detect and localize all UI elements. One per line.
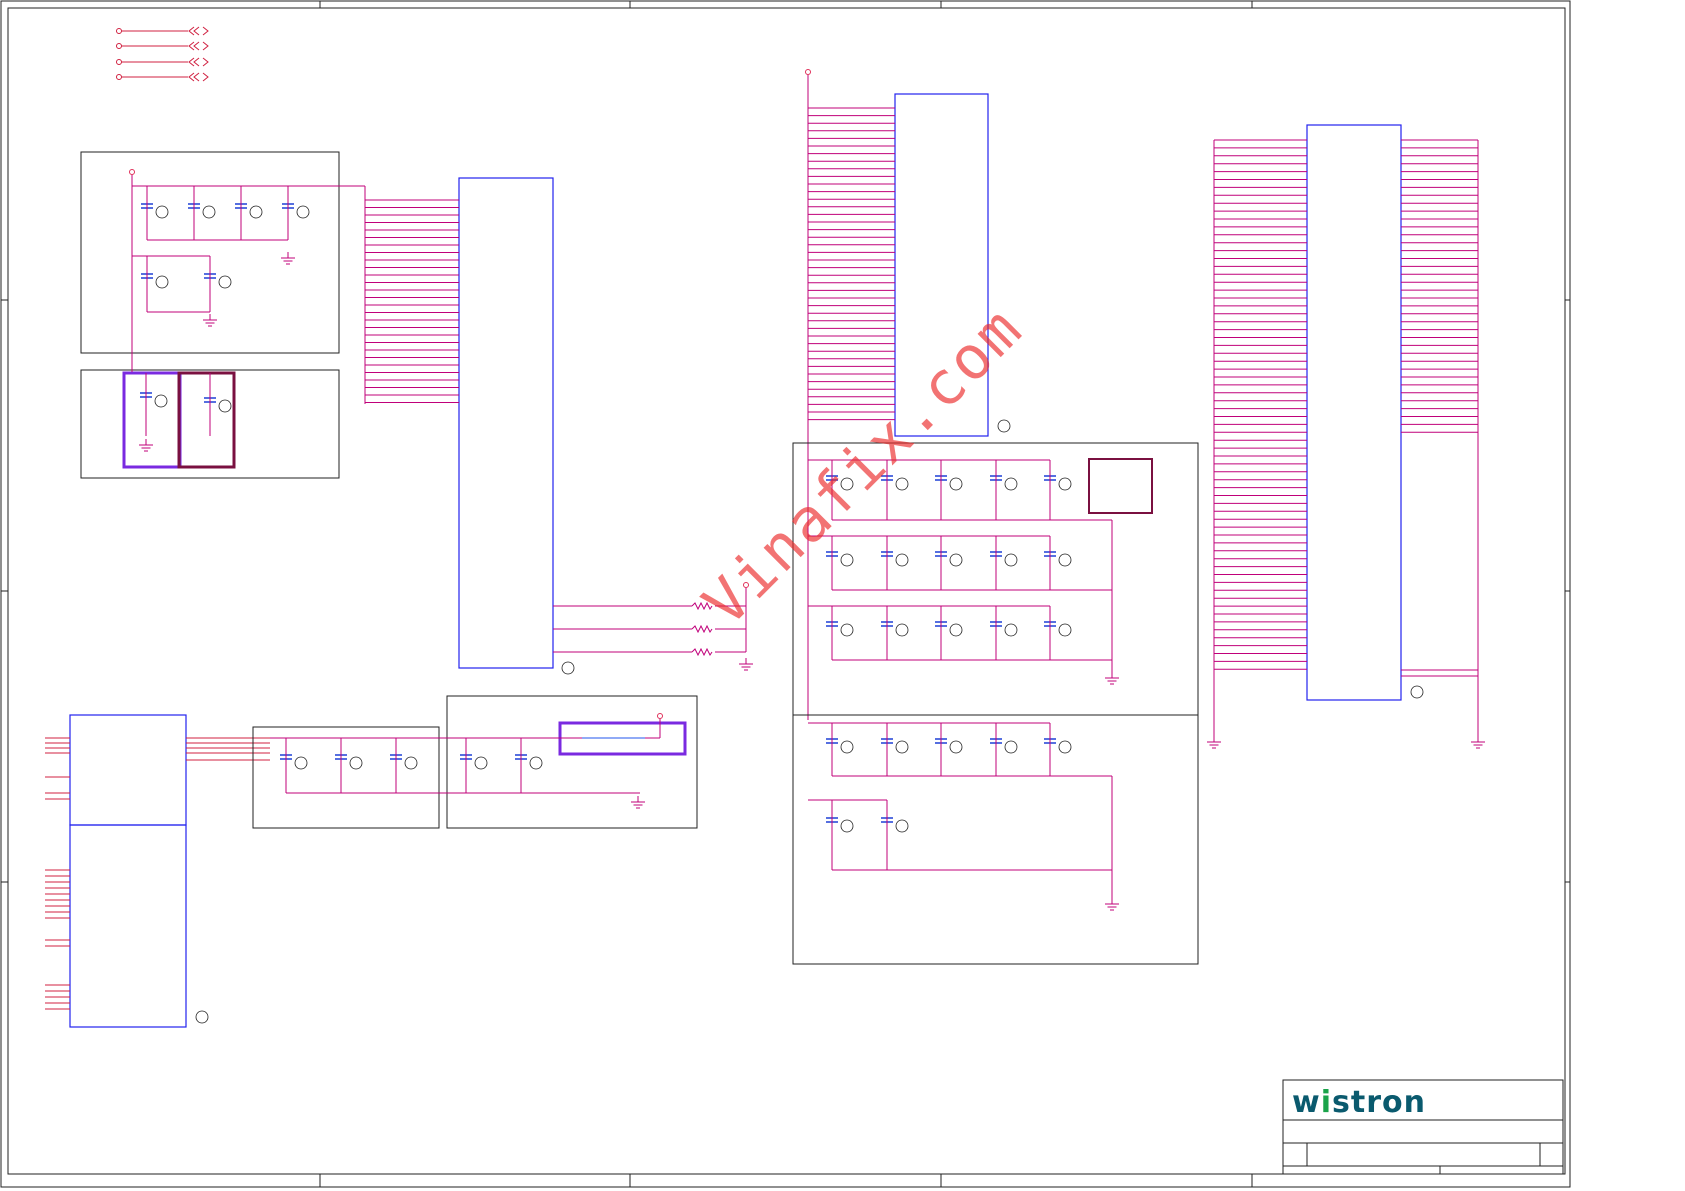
cp-tag-icon [1058,553,1072,567]
off-page-arrow [188,26,209,36]
cp-tag-icon [296,205,310,219]
ic-center-pins [364,186,459,404]
decoupling-box-3 [252,726,440,829]
cp-tag-icon [218,399,232,413]
cp-tag-icon [218,275,232,289]
gnd-symbol [139,444,153,452]
cp-tag-icon [840,553,854,567]
wires [131,175,1113,898]
gnd-symbol [631,801,645,809]
cp-tag-icon [561,661,575,675]
cp-tag-icon [1004,477,1018,491]
gnd-symbol [1105,903,1119,911]
gnd-symbol [1471,741,1485,749]
off-page-connector [116,43,122,49]
gnd-symbol [203,319,217,327]
gnd-symbol [739,663,753,671]
cp-tag-icon [840,819,854,833]
cp-tag-icon [895,819,909,833]
ic-bottom-left-lower [69,824,187,1028]
cp-tag-icon [1058,623,1072,637]
resistor-icon [691,624,713,634]
ic-bottom-left-upper [69,714,187,826]
off-page-arrow [188,41,209,51]
schematic-sheet [0,0,1571,1188]
power-arrow [805,69,811,75]
cp-tag-icon [949,553,963,567]
cp-tag-icon [840,623,854,637]
cp-tag-icon [1058,740,1072,754]
ic-far-right-pins [1213,139,1479,736]
cp-tag-icon [155,205,169,219]
cp-tag-icon [529,756,543,770]
off-page-connectors [116,26,209,82]
off-page-arrow [188,72,209,82]
cp-tag-icon [202,205,216,219]
power-arrow [129,169,135,175]
cp-tag-icon [949,740,963,754]
cp-tag-icon [155,275,169,289]
zone-ticks [1,1,1570,1187]
off-page-connector [116,59,122,65]
gnd-symbol [1105,677,1119,685]
cp-tag-icon [195,1010,209,1024]
wistron-logo: wistron [1292,1085,1426,1120]
cp-tag-icon [1004,623,1018,637]
ic-center [458,177,554,669]
off-page-arrow [188,57,209,67]
ic-bottom-left-pins [45,737,270,1010]
cp-tag-icon [895,740,909,754]
resistor-icon [691,647,713,657]
cp-tag-icon [154,394,168,408]
cp-tag-icon [895,553,909,567]
cp-tag-icon [1058,477,1072,491]
cp-tag-icon [404,756,418,770]
off-page-connector [116,28,122,34]
cp-tag-icon [1410,685,1424,699]
cp-tag-icon [1004,740,1018,754]
cp-tag-icon [1004,553,1018,567]
ic-far-right [1306,124,1402,701]
cp-tag-icon [294,756,308,770]
gnd-symbol [1207,741,1221,749]
option-box-purple [122,371,182,469]
note-box [1088,458,1153,514]
cp-tag-icon [249,205,263,219]
cp-tag-icon [840,740,854,754]
cp-tag-icon [997,419,1011,433]
off-page-connector [116,74,122,80]
power-arrow [657,713,663,719]
gnd-symbol [281,257,295,265]
option-box-maroon [177,371,236,469]
cp-tag-icon [949,477,963,491]
cp-tag-icon [474,756,488,770]
cp-tag-icon [949,623,963,637]
outer-frame [0,0,1571,1188]
decoupling-box-4 [446,695,698,829]
cp-tag-icon [895,623,909,637]
cp-tag-icon [349,756,363,770]
